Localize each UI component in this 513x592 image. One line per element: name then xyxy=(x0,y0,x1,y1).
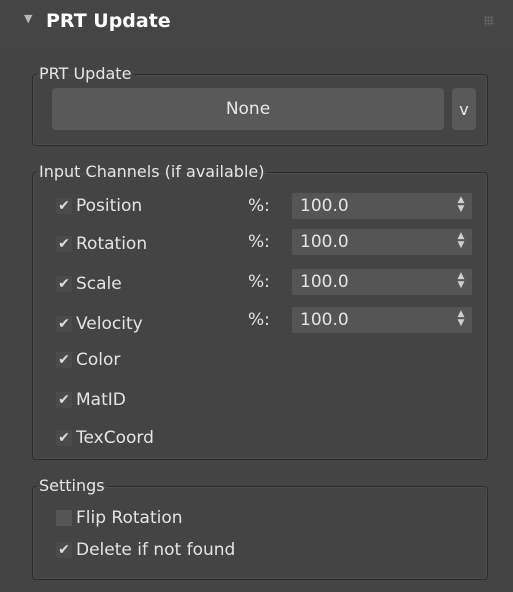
spinner-value[interactable]: 100.0 xyxy=(300,269,349,295)
velocity-percent-spinner[interactable]: 100.0 ▲ ▼ xyxy=(292,307,472,333)
percent-label: %: xyxy=(248,196,270,216)
delete-if-not-found-checkbox[interactable]: ✔ Delete if not found xyxy=(56,536,235,564)
check-icon: ✔ xyxy=(56,276,72,292)
grip-dots-icon[interactable] xyxy=(484,16,494,26)
channel-label: Rotation xyxy=(76,234,148,254)
channel-velocity-checkbox[interactable]: ✔ Velocity xyxy=(56,310,143,338)
percent-label: %: xyxy=(248,272,270,292)
channel-label: Position xyxy=(76,196,143,216)
prt-update-dropdown-button[interactable]: v xyxy=(452,88,476,130)
collapse-triangle-icon[interactable]: ▼ xyxy=(24,12,32,25)
option-label: Delete if not found xyxy=(76,540,236,560)
check-icon: ✔ xyxy=(56,392,72,408)
spinner-value[interactable]: 100.0 xyxy=(300,229,349,255)
spinner-arrows-icon[interactable]: ▲ ▼ xyxy=(456,232,466,252)
channel-texcoord-checkbox[interactable]: ✔ TexCoord xyxy=(56,424,154,452)
channel-label: Color xyxy=(76,350,121,370)
spinner-value[interactable]: 100.0 xyxy=(300,193,349,219)
spinner-arrows-icon[interactable]: ▲ ▼ xyxy=(456,310,466,330)
channel-matid-checkbox[interactable]: ✔ MatID xyxy=(56,386,126,414)
channel-rotation-checkbox[interactable]: ✔ Rotation xyxy=(56,230,147,258)
channel-position-checkbox[interactable]: ✔ Position xyxy=(56,192,142,220)
settings-legend: Settings xyxy=(39,476,105,495)
input-channels-legend: Input Channels (if available) xyxy=(39,162,265,181)
channel-label: TexCoord xyxy=(76,428,154,448)
channel-label: Scale xyxy=(76,274,122,294)
channel-label: MatID xyxy=(76,390,126,410)
percent-label: %: xyxy=(248,310,270,330)
position-percent-spinner[interactable]: 100.0 ▲ ▼ xyxy=(292,193,472,219)
flip-rotation-checkbox[interactable]: Flip Rotation xyxy=(56,504,183,532)
channel-color-checkbox[interactable]: ✔ Color xyxy=(56,346,120,374)
checkbox-empty-icon xyxy=(56,510,72,526)
option-label: Flip Rotation xyxy=(76,508,183,528)
check-icon: ✔ xyxy=(56,198,72,214)
check-icon: ✔ xyxy=(56,316,72,332)
prt-update-legend: PRT Update xyxy=(39,64,132,83)
check-icon: ✔ xyxy=(56,352,72,368)
spinner-value[interactable]: 100.0 xyxy=(300,307,349,333)
channel-label: Velocity xyxy=(76,314,143,334)
rotation-percent-spinner[interactable]: 100.0 ▲ ▼ xyxy=(292,229,472,255)
scale-percent-spinner[interactable]: 100.0 ▲ ▼ xyxy=(292,269,472,295)
percent-label: %: xyxy=(248,232,270,252)
rollout-title: PRT Update xyxy=(46,10,171,32)
rollout-header[interactable]: ▼ PRT Update xyxy=(0,0,513,48)
check-icon: ✔ xyxy=(56,542,72,558)
spinner-arrows-icon[interactable]: ▲ ▼ xyxy=(456,272,466,292)
spinner-arrows-icon[interactable]: ▲ ▼ xyxy=(456,196,466,216)
prt-update-select-button[interactable]: None xyxy=(52,88,444,130)
check-icon: ✔ xyxy=(56,236,72,252)
channel-scale-checkbox[interactable]: ✔ Scale xyxy=(56,270,122,298)
check-icon: ✔ xyxy=(56,430,72,446)
